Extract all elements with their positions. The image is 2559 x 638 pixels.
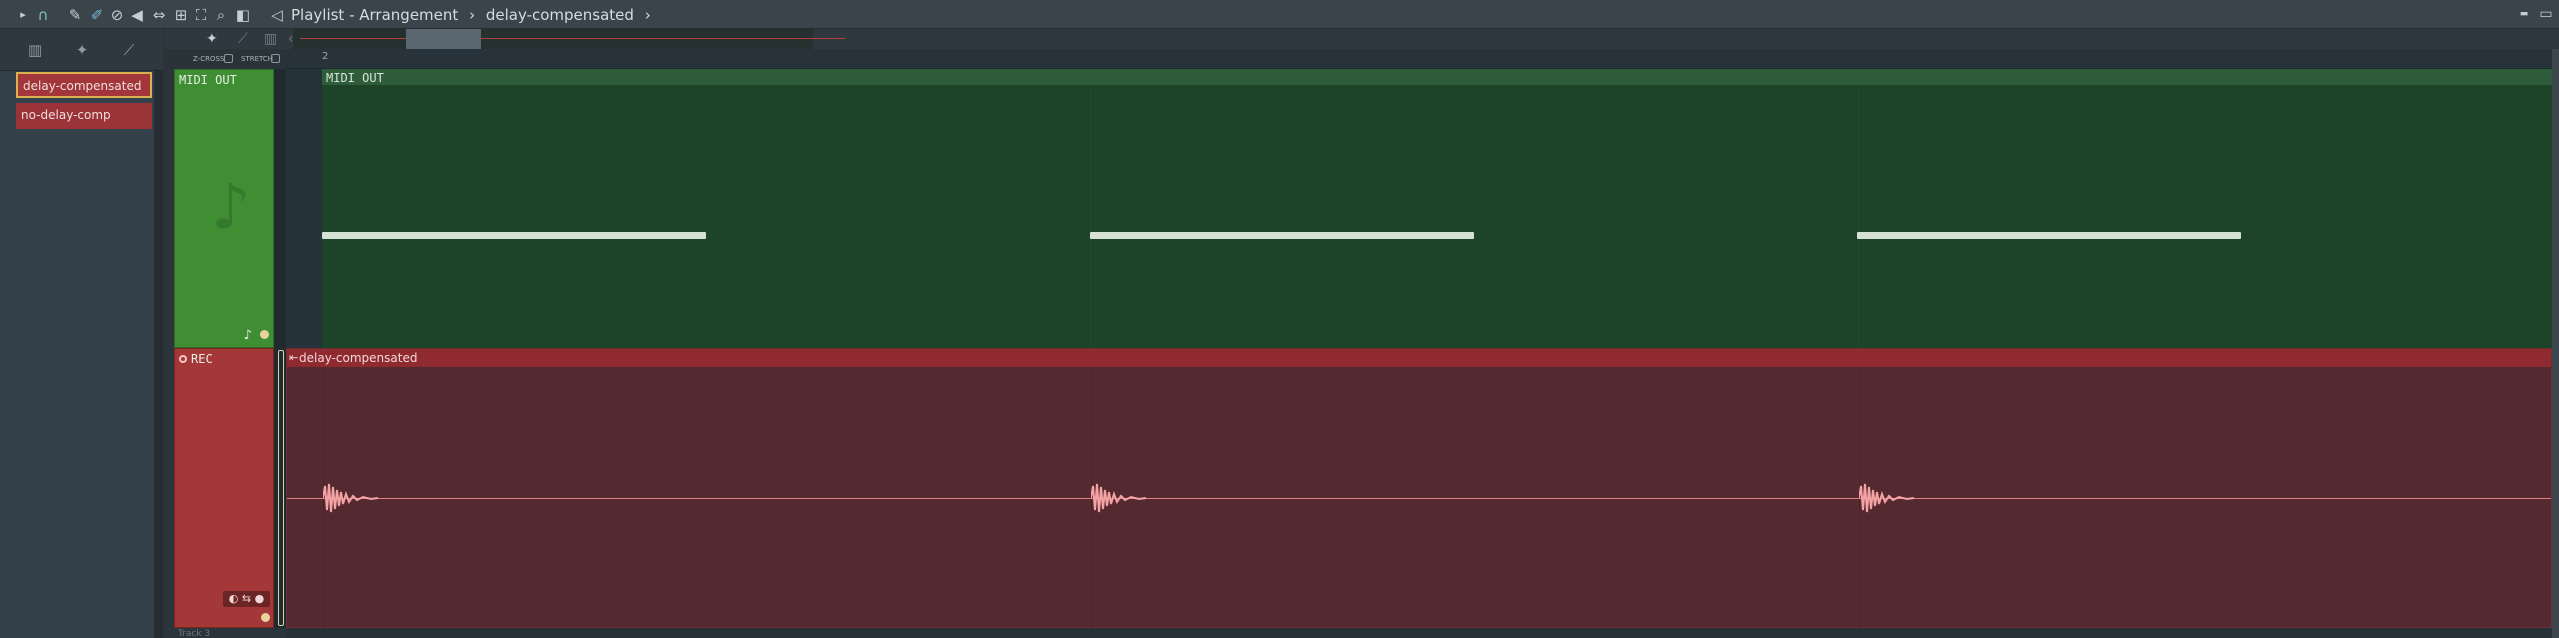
stretch-label: STRETCH [241, 55, 274, 63]
maximize-button[interactable]: ▭ [2536, 4, 2556, 24]
clip-options: Z-CROSS STRETCH [165, 49, 286, 69]
rec-icon[interactable] [179, 355, 187, 363]
beat-line [1090, 85, 1091, 349]
note-small-icon[interactable]: ♪ [244, 328, 252, 343]
note-icon: ♪ [211, 170, 251, 243]
delete-icon[interactable]: ⊘ [108, 6, 126, 24]
breadcrumb-pattern[interactable]: delay-compensated [486, 6, 634, 24]
track-knob-icon[interactable] [260, 330, 269, 339]
empty-track-area [286, 628, 2552, 638]
overview-thumb[interactable] [406, 29, 481, 49]
pattern-browser: ▥ ✦ ⟋ delay-compensated no-delay-comp [0, 29, 163, 638]
pencil-icon[interactable]: ✎ [66, 6, 84, 24]
waveform-baseline [287, 498, 2551, 499]
clip-label: delay-compensated [299, 351, 418, 365]
beat-line [1858, 85, 1859, 349]
breadcrumb-sep: › [469, 6, 476, 24]
browser-toolbar: ▥ ✦ ⟋ [0, 29, 163, 71]
track-label: MIDI OUT [179, 73, 237, 87]
brush-icon[interactable]: ✐ [88, 6, 106, 24]
pattern-clips-icon[interactable]: ▥ [24, 41, 46, 59]
clip-label: MIDI OUT [326, 71, 384, 85]
zoom-icon[interactable]: ⌕ [212, 6, 230, 24]
note-bar[interactable] [322, 232, 706, 239]
stretch-icon[interactable]: ⟋ [238, 31, 248, 47]
note-bar[interactable] [1090, 232, 1474, 239]
arrangement-icon[interactable]: ◁ [268, 6, 286, 24]
mute-icon[interactable]: ◀ [128, 6, 146, 24]
track-header-midi-out[interactable]: MIDI OUT ♪ ♪ [174, 69, 274, 348]
browser-scrollbar[interactable] [154, 71, 163, 638]
stretch-checkbox[interactable] [271, 54, 280, 63]
track-label: REC [191, 352, 213, 366]
overview-line [300, 38, 845, 39]
breadcrumb-root: Playlist - Arrangement [291, 6, 459, 24]
waveform-transient [1091, 483, 1146, 513]
breadcrumb-sep-2: › [644, 6, 651, 24]
automation-clips-icon[interactable]: ⟋ [118, 41, 140, 59]
snap-icon[interactable]: ✦ [206, 31, 218, 47]
clip-header[interactable]: ⇤ delay-compensated [287, 349, 2551, 367]
waveform-transient [1859, 483, 1914, 513]
breadcrumb: Playlist - Arrangement › delay-compensat… [291, 6, 657, 24]
menu-arrow-icon[interactable]: ▸ [14, 6, 32, 24]
grid-icon[interactable]: ▥ [264, 31, 277, 47]
magnet-icon[interactable]: ∩ [34, 6, 52, 24]
pre-roll-area [286, 69, 322, 348]
selection-strip[interactable] [278, 350, 284, 626]
timeline-ruler[interactable] [286, 49, 2559, 69]
zcross-checkbox[interactable] [224, 54, 233, 63]
minimize-button[interactable]: ▬ [2514, 4, 2534, 24]
slip-icon[interactable]: ⇔ [150, 6, 168, 24]
playback-icon[interactable]: ◧ [234, 6, 252, 24]
note-bar[interactable] [1857, 232, 2241, 239]
audio-clips-icon[interactable]: ✦ [71, 41, 93, 59]
track-controls[interactable]: ◐ ⇆ ● [223, 591, 270, 607]
pattern-item-no-delay-comp[interactable]: no-delay-comp [16, 103, 152, 129]
waveform-transient [323, 483, 378, 513]
select-icon[interactable]: ⛶ [192, 6, 210, 24]
track-knob-icon[interactable] [261, 613, 270, 622]
bar-number: 2 [322, 51, 329, 62]
track-header-rec[interactable]: REC ◐ ⇆ ● [174, 348, 274, 628]
pattern-item-delay-compensated[interactable]: delay-compensated [16, 72, 152, 98]
audio-clip[interactable]: ⇤ delay-compensated [286, 348, 2552, 629]
clip-header[interactable]: MIDI OUT [322, 70, 2552, 85]
midi-clip[interactable]: MIDI OUT [322, 69, 2552, 349]
slice-icon[interactable]: ⊞ [172, 6, 190, 24]
title-bar: ▸ ∩ ✎ ✐ ⊘ ◀ ⇔ ⊞ ⛶ ⌕ ◧ ◁ Playlist - Arran… [0, 0, 2559, 29]
overview-timeline[interactable] [293, 29, 813, 49]
track-controls: ♪ [244, 328, 269, 343]
track-gutter [274, 69, 286, 348]
zcross-label: Z-CROSS [193, 55, 225, 63]
track-label-3: Track 3 [178, 629, 211, 638]
clip-menu-icon[interactable]: ⇤ [289, 351, 298, 364]
playlist-scrollbar[interactable] [2552, 49, 2559, 638]
